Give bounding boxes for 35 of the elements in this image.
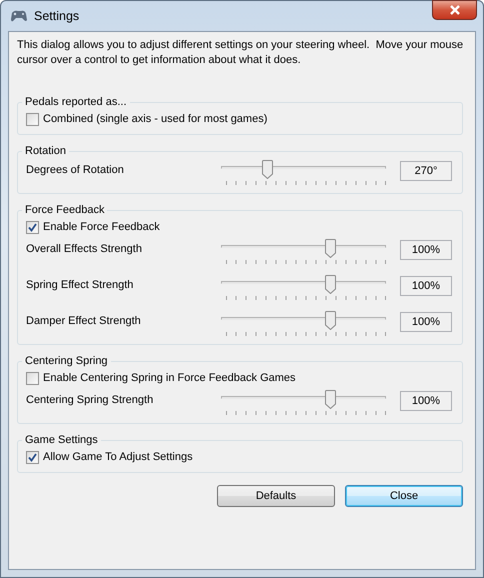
group-title: Centering Spring — [24, 355, 109, 367]
checkbox-label[interactable]: Allow Game To Adjust Settings — [43, 451, 193, 463]
slider-thumb[interactable] — [324, 275, 336, 294]
group-title: Rotation — [24, 145, 67, 157]
slider-thumb[interactable] — [324, 311, 336, 330]
group-title: Force Feedback — [24, 204, 106, 216]
value-field: 100% — [400, 276, 452, 296]
close-button[interactable] — [432, 0, 477, 20]
group-title: Pedals reported as... — [24, 96, 128, 108]
slider-thumb[interactable] — [262, 160, 274, 179]
close-icon — [448, 5, 460, 15]
checkbox[interactable] — [26, 372, 39, 384]
description-text: This dialog allows you to adjust different settings on your steering wheel. Move your mouse cursor over a control to get information about what it does. — [17, 38, 464, 68]
checkbox[interactable] — [26, 450, 39, 464]
value-field: 100% — [400, 391, 452, 411]
checkbox-label[interactable]: Enable Force Feedback — [43, 221, 160, 233]
window-title: Settings — [34, 9, 80, 23]
slider-label: Centering Spring Strength — [26, 393, 154, 406]
checkbox[interactable] — [26, 220, 39, 234]
dialog-button[interactable]: Close — [345, 485, 463, 507]
group-title: Game Settings — [24, 434, 99, 446]
checkbox[interactable] — [26, 112, 39, 126]
checkbox-label[interactable]: Combined (single axis - used for most games) — [43, 113, 268, 125]
dialog-button[interactable]: Defaults — [217, 485, 335, 507]
value-field: 100% — [400, 240, 452, 260]
slider-thumb[interactable] — [324, 390, 336, 409]
slider-label: Overall Effects Strength — [26, 242, 143, 255]
slider-thumb[interactable] — [324, 239, 336, 258]
slider-label: Degrees of Rotation — [26, 163, 125, 176]
gamepad-icon — [10, 9, 28, 23]
slider-label: Damper Effect Strength — [26, 314, 142, 327]
checkbox-label[interactable]: Enable Centering Spring in Force Feedback Games — [43, 372, 296, 384]
value-field: 100% — [400, 312, 452, 332]
slider-label: Spring Effect Strength — [26, 278, 134, 291]
value-field: 270° — [400, 161, 452, 181]
